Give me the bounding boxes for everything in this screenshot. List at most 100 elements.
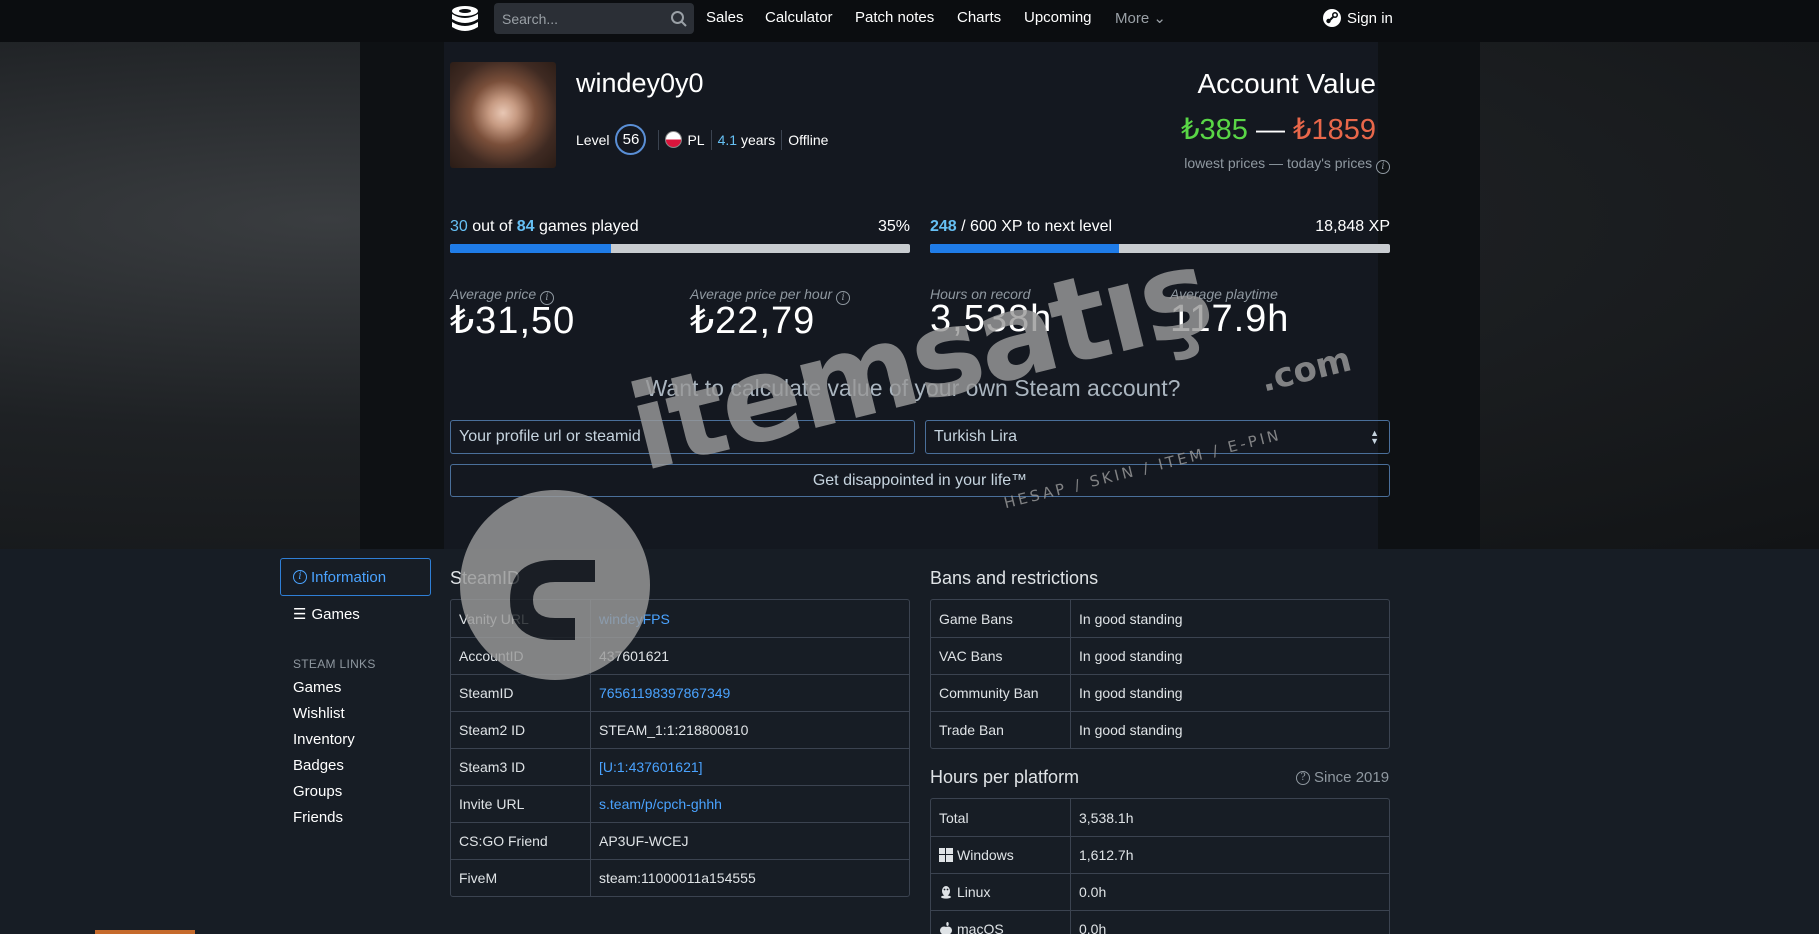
account-value-dash: —	[1255, 114, 1285, 146]
row-key: Community Ban	[931, 675, 1071, 711]
apple-icon	[940, 922, 952, 934]
table-row: Windows 1,612.7h	[931, 836, 1389, 873]
row-key: VAC Bans	[931, 638, 1071, 674]
table-row: VAC Bans In good standing	[931, 637, 1389, 674]
hours-platform-title: Hours per platform	[930, 767, 1080, 787]
games-progress-fill	[450, 244, 611, 253]
games-played-percent: 35%	[877, 218, 910, 235]
search-input[interactable]	[494, 3, 664, 34]
row-key: Windows	[931, 837, 1071, 873]
table-row: Total 3,538.1h	[931, 799, 1389, 836]
table-row: FiveM steam:11000011a154555	[451, 859, 909, 896]
stat-hours-value: 3,538h	[930, 298, 1053, 340]
steam-link-inventory[interactable]: Inventory	[293, 731, 355, 748]
games-played-suffix: games played	[538, 218, 639, 235]
search-icon[interactable]	[670, 10, 688, 28]
chevron-down-icon: ⌄	[1153, 10, 1166, 27]
steam-link-groups[interactable]: Groups	[293, 783, 342, 800]
row-key: Steam2 ID	[451, 712, 591, 748]
hours-value: 0.0h	[1079, 921, 1107, 934]
games-played-mid: out of	[472, 218, 513, 235]
info-icon[interactable]: i	[836, 291, 851, 305]
account-value-low: ₺385	[1181, 114, 1248, 146]
stat-avg-playtime-value: 117.9h	[1170, 298, 1290, 340]
ban-status: In good standing	[1079, 685, 1183, 701]
row-key: AccountID	[451, 638, 591, 674]
profile-meta: Level 56 PL 4.1 years Offline	[576, 124, 828, 155]
level-label: Level	[576, 131, 610, 148]
sidebar-item-information[interactable]: i Information	[280, 558, 431, 596]
sidebar-information-label: Information	[311, 568, 387, 586]
row-key: FiveM	[451, 860, 591, 896]
account-id-value: 437601621	[599, 648, 670, 664]
currency-select[interactable]: Turkish Lira ▲ ▼	[925, 420, 1390, 454]
platform-label: macOS	[957, 921, 1004, 934]
xp-progress-bar	[930, 244, 1390, 253]
csgo-friend-code: AP3UF-WCEJ	[599, 833, 689, 849]
xp-total: 18,848 XP	[1315, 218, 1390, 235]
level-badge[interactable]: 56	[615, 124, 647, 155]
profile-url-input[interactable]	[450, 420, 915, 454]
nav-more[interactable]: More ⌄	[1115, 9, 1166, 27]
username: windey0y0	[576, 68, 704, 98]
info-icon[interactable]: i	[1376, 160, 1390, 174]
table-row: CS:GO Friend AP3UF-WCEJ	[451, 822, 909, 859]
steam-link-games[interactable]: Games	[293, 679, 341, 696]
games-progress-bar	[450, 244, 910, 253]
row-key: Linux	[931, 874, 1071, 910]
table-row: Steam2 ID STEAM_1:1:218800810	[451, 711, 909, 748]
hours-value: 3,538.1h	[1079, 809, 1134, 826]
sidebar-item-games[interactable]: ☰ Games	[293, 605, 360, 624]
steamid-link[interactable]: 76561198397867349	[591, 685, 730, 701]
steam-link-wishlist[interactable]: Wishlist	[293, 705, 345, 722]
stat-average-price-value: ₺31,50	[450, 300, 576, 342]
steam-link-friends[interactable]: Friends	[293, 809, 343, 826]
steam-db-logo-icon[interactable]	[448, 3, 482, 37]
select-arrows-icon: ▲ ▼	[1370, 428, 1379, 446]
calculator-title: Want to calculate value of your own Stea…	[645, 375, 1181, 401]
bans-section-title: Bans and restrictions	[930, 568, 1099, 588]
account-value-title: Account Value	[1197, 68, 1377, 99]
steam-link-badges[interactable]: Badges	[293, 757, 344, 774]
stat-price-per-hour-value: ₺22,79	[690, 300, 816, 342]
xp-current: 248	[930, 218, 957, 235]
steamid-table: Vanity URL windeyFPS AccountID 437601621 S…	[450, 599, 910, 897]
table-row: Invite URL s.team/p/cpch-ghhh	[451, 785, 909, 822]
row-key: SteamID	[451, 675, 591, 711]
platform-label: Windows	[957, 847, 1014, 863]
steam2-id-value: STEAM_1:1:218800810	[599, 722, 749, 738]
account-value-note-text: lowest prices — today's prices	[1184, 155, 1373, 171]
nav-upcoming[interactable]: Upcoming	[1024, 9, 1092, 26]
nav-sales[interactable]: Sales	[706, 9, 744, 26]
top-navbar: Sales Calculator Patch notes Charts Upco…	[0, 0, 1819, 42]
row-key: Trade Ban	[931, 712, 1071, 748]
nav-more-label: More	[1115, 10, 1150, 27]
xp-label-text: / 600 XP to next level	[961, 218, 1113, 235]
bans-table: Game Bans In good standing VAC Bans In goo…	[930, 599, 1390, 749]
nav-charts[interactable]: Charts	[957, 9, 1001, 26]
windows-icon	[939, 848, 953, 862]
row-key: Vanity URL	[451, 600, 591, 637]
games-total: 84	[516, 218, 535, 235]
row-key: Invite URL	[451, 786, 591, 822]
row-key: Steam3 ID	[451, 749, 591, 785]
help-icon[interactable]: ?	[1296, 770, 1310, 785]
account-value-note: lowest prices — today's prices i	[1060, 155, 1390, 174]
account-value-range: ₺385 — ₺1859	[1100, 112, 1376, 147]
hours-value: 1,612.7h	[1079, 847, 1134, 863]
search-box	[494, 3, 694, 34]
xp-progress-fill	[930, 244, 1119, 253]
avatar	[450, 62, 556, 168]
nav-calculator[interactable]: Calculator	[765, 9, 833, 26]
invite-url-link[interactable]: s.team/p/cpch-ghhh	[591, 796, 722, 812]
sign-in-label: Sign in	[1347, 9, 1393, 27]
calculate-button[interactable]: Get disappointed in your life™	[450, 464, 1390, 497]
vanity-url-link[interactable]: windeyFPS	[591, 611, 670, 627]
list-icon: ☰	[293, 606, 307, 623]
page-content: windey0y0 Level 56 PL 4.1 years Offline …	[0, 0, 1819, 934]
steam3-id-link[interactable]: [U:1:437601621]	[591, 759, 703, 775]
nav-patch-notes[interactable]: Patch notes	[855, 9, 934, 26]
steam-icon	[1323, 9, 1341, 27]
sign-in-button[interactable]: Sign in	[1322, 8, 1393, 28]
divider	[658, 129, 660, 150]
